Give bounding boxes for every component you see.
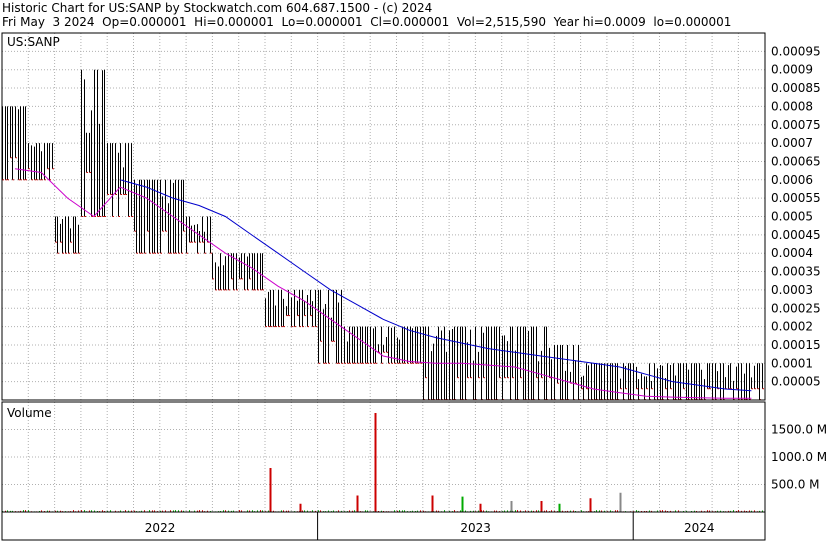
price-tick-label: 0.00025 — [771, 301, 821, 315]
price-tick-label: 0.00035 — [771, 265, 821, 279]
year-label: 2024 — [684, 521, 715, 535]
volume-grid — [2, 429, 765, 485]
time-axis-frame — [1, 511, 766, 541]
year-label: 2022 — [145, 521, 176, 535]
price-tick-label: 0.0007 — [771, 136, 813, 150]
price-tick-label: 0.0003 — [771, 283, 813, 297]
price-tick-label: 0.00065 — [771, 154, 821, 168]
volume-label: Volume — [7, 406, 52, 420]
year-label: 2023 — [460, 521, 491, 535]
symbol-label: US:SANP — [7, 35, 60, 49]
price-tick-label: 0.0006 — [771, 173, 813, 187]
price-tick-label: 0.0009 — [771, 63, 813, 77]
volume-tick-label: 1000.0 M — [771, 450, 827, 464]
price-tick-label: 0.00085 — [771, 81, 821, 95]
stock-chart: US:SANP Volume 0.000950.00090.000850.000… — [1, 32, 827, 541]
panel-frames — [1, 32, 766, 541]
volume-tick-label: 1500.0 M — [771, 423, 827, 437]
volume-tick-label: 500.0 M — [771, 478, 820, 492]
time-axis-labels: 2022 2023 2024 — [145, 512, 715, 540]
price-tick-label: 0.0008 — [771, 99, 813, 113]
price-tick-label: 0.00045 — [771, 228, 821, 242]
price-tick-label: 0.00075 — [771, 118, 821, 132]
price-tick-label: 0.00055 — [771, 191, 821, 205]
price-tick-label: 0.0001 — [771, 356, 813, 370]
volume-axis-labels: 1500.0 M 1000.0 M 500.0 M — [771, 423, 827, 492]
price-grid — [1, 33, 765, 512]
price-axis-labels: 0.00095 0.0009 0.00085 0.0008 0.00075 0.0007 0… — [771, 44, 821, 388]
ma-long-line — [120, 179, 752, 392]
price-tick-label: 0.00015 — [771, 338, 821, 352]
price-tick-label: 0.0004 — [771, 246, 813, 260]
price-tick-label: 0.00095 — [771, 44, 821, 58]
price-tick-label: 0.0002 — [771, 320, 813, 334]
price-tick-label: 0.00005 — [771, 375, 821, 389]
price-tick-label: 0.0005 — [771, 210, 813, 224]
volume-bars — [2, 413, 763, 512]
